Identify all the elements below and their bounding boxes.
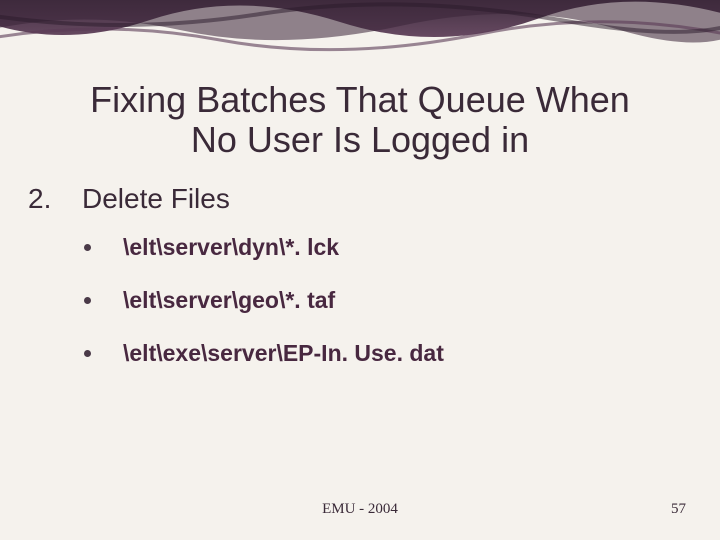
title-line-1: Fixing Batches That Queue When [90,79,630,120]
bullet-icon [84,244,91,251]
bullet-text: \elt\server\dyn\*. lck [123,234,339,261]
bullet-text: \elt\exe\server\EP-In. Use. dat [123,340,444,367]
top-strip-svg [0,0,720,52]
section-number: 2. [28,183,51,215]
decorative-top-strip [0,0,720,52]
slide-title: Fixing Batches That Queue When No User I… [0,80,720,161]
footer-center: EMU - 2004 [0,501,720,518]
bullet-icon [84,297,91,304]
list-item: \elt\exe\server\EP-In. Use. dat [84,340,444,367]
title-line-2: No User Is Logged in [191,119,529,160]
bullet-icon [84,350,91,357]
page-number: 57 [671,501,686,518]
list-item: \elt\server\dyn\*. lck [84,234,444,261]
section-label: Delete Files [82,183,230,215]
bullet-text: \elt\server\geo\*. taf [123,287,335,314]
list-item: \elt\server\geo\*. taf [84,287,444,314]
bullet-list: \elt\server\dyn\*. lck \elt\server\geo\*… [84,234,444,393]
